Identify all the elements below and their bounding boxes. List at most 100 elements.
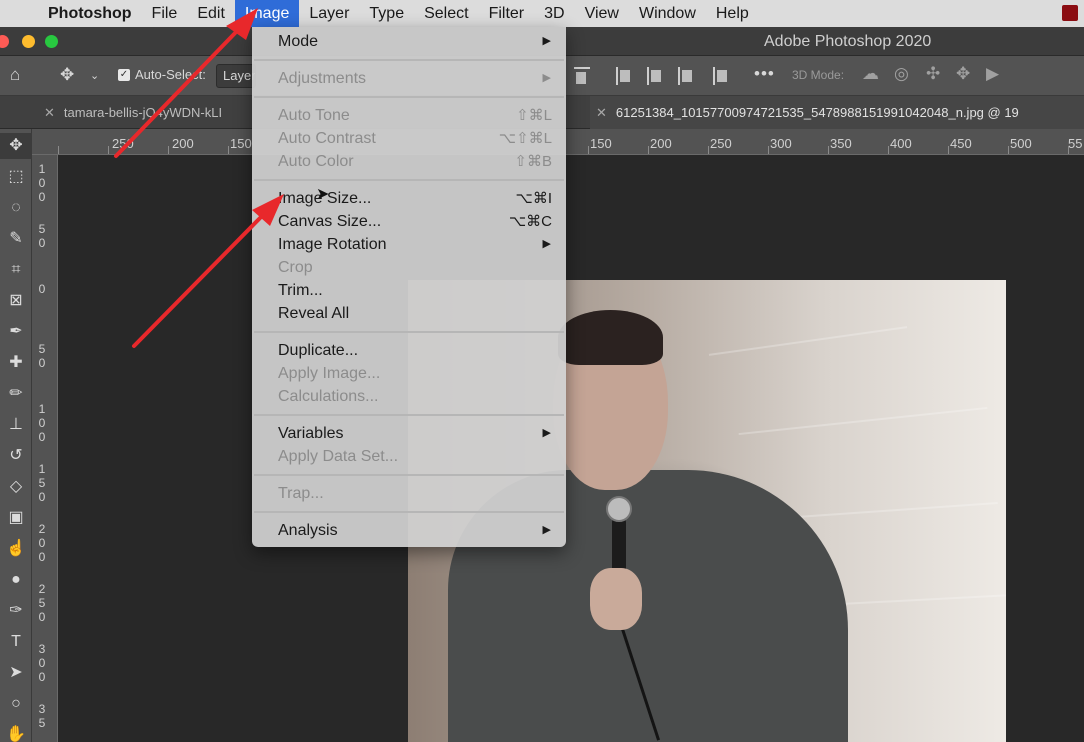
- hand-tool-icon[interactable]: ✋: [0, 722, 32, 742]
- menu-layer[interactable]: Layer: [299, 0, 359, 27]
- menu-item-label: Trim...: [278, 282, 323, 299]
- menu-item-image-rotation[interactable]: Image Rotation ▶: [252, 233, 566, 256]
- more-options-icon[interactable]: •••: [754, 64, 775, 84]
- document-tab[interactable]: ✕ tamara-bellis-jQ4yWDN-kLI: [44, 96, 254, 129]
- menu-view[interactable]: View: [575, 0, 629, 27]
- menu-image[interactable]: Image: [234, 0, 300, 27]
- menu-edit[interactable]: Edit: [187, 0, 235, 27]
- menu-item-label: Reveal All: [278, 305, 350, 322]
- ruler-tick-label: 250: [710, 136, 732, 151]
- menu-3d[interactable]: 3D: [534, 0, 574, 27]
- auto-select-target-dropdown[interactable]: Layer: [216, 64, 256, 88]
- ellipse-tool-icon[interactable]: ○: [0, 691, 32, 717]
- menu-item-trim[interactable]: Trim...: [252, 279, 566, 302]
- menu-separator: [254, 414, 564, 416]
- distribute-icon[interactable]: [713, 67, 729, 85]
- home-icon[interactable]: ⌂: [10, 65, 20, 85]
- align-icon[interactable]: [574, 67, 590, 84]
- eraser-tool-icon[interactable]: ◇: [0, 474, 32, 500]
- record-indicator-icon: [1062, 5, 1078, 21]
- close-tab-icon[interactable]: ✕: [44, 105, 55, 120]
- ruler-tick-label: 350: [830, 136, 852, 151]
- auto-select-label: Auto-Select:: [135, 67, 206, 82]
- auto-select-toggle[interactable]: ✓ Auto-Select:: [118, 67, 206, 82]
- crop-tool-icon[interactable]: ⌗: [0, 257, 32, 283]
- ruler-tick-label: 0: [38, 430, 46, 444]
- path-select-tool-icon[interactable]: ➤: [0, 660, 32, 686]
- menu-item-label: Analysis: [278, 522, 338, 539]
- move-icon[interactable]: ✥: [60, 65, 74, 85]
- history-brush-tool-icon[interactable]: ↺: [0, 443, 32, 469]
- menu-item-apply-image: Apply Image...: [252, 362, 566, 385]
- align-bottom-icon[interactable]: [678, 67, 694, 85]
- checkbox-checked-icon[interactable]: ✓: [118, 68, 130, 81]
- menu-item-trap: Trap...: [252, 482, 566, 505]
- tools-panel: ✥ ⬚ ◌ ✎ ⌗ ⊠ ✒ ✚ ✏ ⊥ ↺ ◇ ▣ ☝ ● ✑ T ➤ ○ ✋: [0, 129, 32, 742]
- 3d-slide-icon[interactable]: ✥: [956, 64, 970, 84]
- minimize-window-button[interactable]: [22, 35, 35, 48]
- document-tab-active[interactable]: ✕ 61251384_10157700974721535_547898815199…: [590, 96, 1084, 129]
- quick-select-tool-icon[interactable]: ✎: [0, 226, 32, 252]
- ruler-tick-label: 3: [38, 702, 46, 716]
- ruler-tick-label: 3: [38, 642, 46, 656]
- menu-separator: [254, 511, 564, 513]
- ruler-tick-label: 150: [230, 136, 252, 151]
- photo-subject-hair: [558, 310, 663, 365]
- eyedropper-tool-icon[interactable]: ✒: [0, 319, 32, 345]
- menu-help[interactable]: Help: [706, 0, 759, 27]
- ruler-tick-label: 0: [38, 550, 46, 564]
- ruler-tick-label: 0: [38, 356, 46, 370]
- menu-item-mode[interactable]: Mode ▶: [252, 30, 566, 53]
- smudge-tool-icon[interactable]: ☝: [0, 536, 32, 562]
- menu-item-shortcut: ⌥⇧⌘L: [498, 130, 552, 147]
- 3d-mode-label: 3D Mode:: [792, 68, 845, 82]
- menu-filter[interactable]: Filter: [479, 0, 535, 27]
- 3d-roll-icon[interactable]: ◎: [894, 64, 909, 84]
- menu-window[interactable]: Window: [629, 0, 706, 27]
- ruler-tick-label: 0: [38, 416, 46, 430]
- ruler-vertical[interactable]: 1005005010015020025030035: [32, 155, 58, 742]
- lasso-tool-icon[interactable]: ◌: [0, 195, 32, 221]
- brush-tool-icon[interactable]: ✏: [0, 381, 32, 407]
- image-menu-dropdown: Mode ▶ Adjustments ▶ Auto Tone ⇧⌘L Auto Contra…: [252, 27, 566, 547]
- close-tab-icon[interactable]: ✕: [596, 105, 607, 120]
- close-window-button[interactable]: [0, 35, 9, 48]
- menu-item-label: Mode: [278, 33, 319, 50]
- menu-type[interactable]: Type: [359, 0, 414, 27]
- pen-tool-icon[interactable]: ✑: [0, 598, 32, 624]
- frame-tool-icon[interactable]: ⊠: [0, 288, 32, 314]
- menu-item-reveal-all[interactable]: Reveal All: [252, 302, 566, 325]
- ruler-tick-label: 300: [770, 136, 792, 151]
- 3d-orbit-icon[interactable]: ☁: [862, 64, 879, 84]
- 3d-pan-icon[interactable]: ✣: [926, 64, 940, 84]
- ruler-tick-label: 0: [38, 656, 46, 670]
- type-tool-icon[interactable]: T: [0, 629, 32, 655]
- zoom-window-button[interactable]: [45, 35, 58, 48]
- menu-item-shortcut: ⇧⌘L: [516, 107, 552, 124]
- ruler-tick-label: 2: [38, 582, 46, 596]
- ruler-tick-label: 0: [38, 490, 46, 504]
- gradient-tool-icon[interactable]: ▣: [0, 505, 32, 531]
- align-vcenter-icon[interactable]: [647, 67, 663, 85]
- stamp-tool-icon[interactable]: ⊥: [0, 412, 32, 438]
- ruler-tick-label: 0: [38, 610, 46, 624]
- healing-brush-tool-icon[interactable]: ✚: [0, 350, 32, 376]
- menu-item-image-size[interactable]: Image Size... ⌥⌘I: [252, 187, 566, 210]
- menu-app-name[interactable]: Photoshop: [40, 0, 142, 27]
- marquee-tool-icon[interactable]: ⬚: [0, 164, 32, 190]
- ruler-tick-label: 250: [112, 136, 134, 151]
- menu-file[interactable]: File: [142, 0, 188, 27]
- menu-item-variables[interactable]: Variables ▶: [252, 422, 566, 445]
- chevron-down-icon[interactable]: ⌄: [90, 69, 99, 82]
- menu-item-canvas-size[interactable]: Canvas Size... ⌥⌘C: [252, 210, 566, 233]
- move-tool-icon[interactable]: ✥: [0, 133, 32, 159]
- menu-select[interactable]: Select: [414, 0, 478, 27]
- menu-item-duplicate[interactable]: Duplicate...: [252, 339, 566, 362]
- 3d-camera-icon[interactable]: ▶: [986, 64, 999, 84]
- dodge-tool-icon[interactable]: ●: [0, 567, 32, 593]
- menu-separator: [254, 179, 564, 181]
- ruler-tick-label: 500: [1010, 136, 1032, 151]
- menu-item-label: Duplicate...: [278, 342, 359, 359]
- align-top-icon[interactable]: [616, 67, 632, 85]
- menu-item-analysis[interactable]: Analysis ▶: [252, 519, 566, 542]
